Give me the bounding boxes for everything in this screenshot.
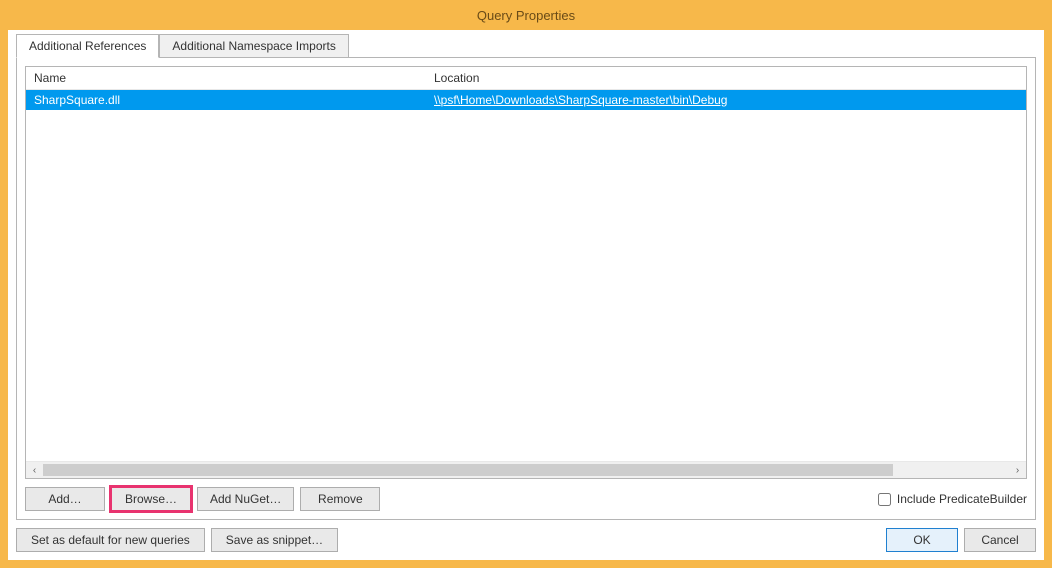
- browse-button[interactable]: Browse…: [111, 487, 191, 511]
- set-default-button[interactable]: Set as default for new queries: [16, 528, 205, 552]
- tab-additional-references[interactable]: Additional References: [16, 34, 159, 58]
- cell-name: SharpSquare.dll: [26, 91, 426, 109]
- include-predicatebuilder-checkbox[interactable]: Include PredicateBuilder: [878, 492, 1027, 506]
- include-predicatebuilder-label: Include PredicateBuilder: [897, 492, 1027, 506]
- grid-header: Name Location: [26, 67, 1026, 90]
- remove-button[interactable]: Remove: [300, 487, 380, 511]
- window-body: Additional References Additional Namespa…: [8, 30, 1044, 560]
- tab-additional-namespace-imports[interactable]: Additional Namespace Imports: [159, 34, 348, 58]
- cell-location: \\psf\Home\Downloads\SharpSquare-master\…: [426, 91, 1026, 109]
- titlebar: Query Properties: [0, 0, 1052, 30]
- cancel-button[interactable]: Cancel: [964, 528, 1036, 552]
- scroll-left-icon[interactable]: ‹: [26, 462, 43, 479]
- include-predicatebuilder-input[interactable]: [878, 493, 891, 506]
- save-snippet-button[interactable]: Save as snippet…: [211, 528, 338, 552]
- tab-content: Name Location SharpSquare.dll \\psf\Home…: [16, 57, 1036, 520]
- add-nuget-button[interactable]: Add NuGet…: [197, 487, 294, 511]
- column-header-name[interactable]: Name: [26, 67, 426, 89]
- scroll-track[interactable]: [43, 462, 1009, 478]
- ok-button[interactable]: OK: [886, 528, 958, 552]
- column-header-location[interactable]: Location: [426, 67, 1026, 89]
- dialog-buttons: Set as default for new queries Save as s…: [8, 520, 1044, 552]
- reference-buttons: Add… Browse… Add NuGet… Remove Include P…: [25, 487, 1027, 511]
- horizontal-scrollbar[interactable]: ‹ ›: [26, 461, 1026, 478]
- references-grid: Name Location SharpSquare.dll \\psf\Home…: [25, 66, 1027, 479]
- table-row[interactable]: SharpSquare.dll \\psf\Home\Downloads\Sha…: [26, 90, 1026, 110]
- add-button[interactable]: Add…: [25, 487, 105, 511]
- tab-label: Additional Namespace Imports: [172, 39, 335, 53]
- tab-strip: Additional References Additional Namespa…: [8, 34, 1044, 58]
- scroll-thumb[interactable]: [43, 464, 893, 476]
- grid-body: SharpSquare.dll \\psf\Home\Downloads\Sha…: [26, 90, 1026, 461]
- tab-label: Additional References: [29, 39, 146, 53]
- window-title: Query Properties: [477, 8, 575, 23]
- scroll-right-icon[interactable]: ›: [1009, 462, 1026, 479]
